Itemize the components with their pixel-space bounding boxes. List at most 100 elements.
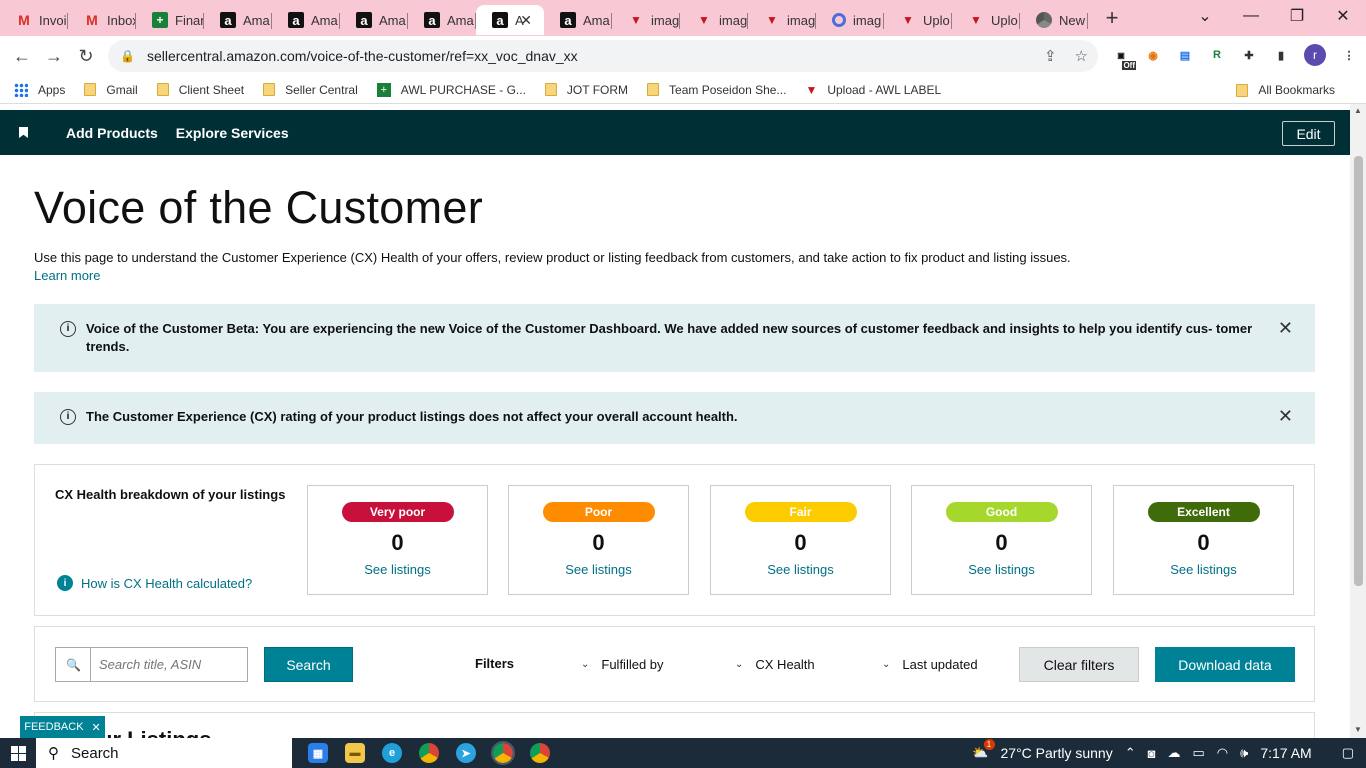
learn-more-link[interactable]: Learn more <box>34 267 1114 285</box>
browser-tab[interactable]: ▼ imag <box>612 5 680 35</box>
see-listings-link[interactable]: See listings <box>509 562 688 577</box>
minimize-icon[interactable]: — <box>1228 0 1274 32</box>
see-listings-link[interactable]: See listings <box>912 562 1091 577</box>
see-listings-link[interactable]: See listings <box>711 562 890 577</box>
close-icon[interactable]: ✕ <box>520 12 532 29</box>
cx-health-how-link[interactable]: i How is CX Health calculated? <box>57 575 252 591</box>
menu-dots-icon[interactable]: ⋮ <box>1340 46 1358 64</box>
page-scrollbar[interactable]: ▲ ▼ <box>1350 104 1366 738</box>
gmail-icon: M <box>86 12 98 28</box>
beta-alert: i Voice of the Customer Beta: You are ex… <box>34 304 1315 372</box>
scrollbar-thumb[interactable] <box>1354 156 1363 586</box>
address-bar[interactable]: 🔒 sellercentral.amazon.com/voice-of-the-… <box>108 40 1098 72</box>
browser-tab[interactable]: ▼ Uplo <box>884 5 952 35</box>
chrome-icon[interactable] <box>530 743 550 763</box>
cx-health-dropdown[interactable]: ⌄ CX Health <box>735 657 815 672</box>
clock[interactable]: 7:17 AM <box>1260 745 1311 761</box>
taskbar-search[interactable]: ⚲ Search <box>36 738 292 768</box>
reload-icon[interactable]: ↻ <box>70 40 102 72</box>
bookmark-client-sheet[interactable]: Client Sheet <box>156 83 244 97</box>
circle-extension-icon[interactable]: ◉ <box>1144 46 1162 64</box>
folder-icon <box>84 83 97 96</box>
browser-tab[interactable]: + Finan <box>136 5 204 35</box>
notification-icon[interactable]: ▢ <box>1342 745 1354 761</box>
search-button[interactable]: Search <box>264 647 353 682</box>
new-tab-button[interactable]: + <box>1094 5 1130 31</box>
edge-icon[interactable]: e <box>382 743 402 763</box>
status-badge: Very poor <box>341 502 454 522</box>
bookmark-jot-form[interactable]: JOT FORM <box>544 83 628 97</box>
see-listings-link[interactable]: See listings <box>308 562 487 577</box>
bookmarks-bar: Apps Gmail Client Sheet Seller Central +… <box>0 76 1366 104</box>
bookmark-seller-central[interactable]: Seller Central <box>263 83 358 97</box>
star-icon[interactable]: ☆ <box>1075 47 1088 65</box>
browser-tab[interactable]: imag <box>816 5 884 35</box>
cx-count: 0 <box>391 530 404 555</box>
search-input[interactable] <box>90 647 248 682</box>
restore-icon[interactable]: ❐ <box>1274 0 1320 32</box>
close-icon[interactable]: ✕ <box>92 721 101 734</box>
browser-tab-active[interactable]: a A ✕ <box>476 5 544 35</box>
scroll-down-icon[interactable]: ▼ <box>1354 725 1362 734</box>
weather-icon[interactable]: ⛅ 1 <box>972 739 995 761</box>
rs-extension-icon[interactable]: R <box>1208 46 1226 64</box>
search-icon: 🔍 <box>55 647 91 682</box>
edit-button[interactable]: Edit <box>1282 121 1335 146</box>
sidepanel-icon[interactable]: ▮ <box>1272 46 1290 64</box>
chrome-icon[interactable] <box>491 741 515 765</box>
see-listings-link[interactable]: See listings <box>1114 562 1293 577</box>
close-window-icon[interactable]: ✕ <box>1320 0 1366 32</box>
telegram-icon[interactable]: ➤ <box>456 743 476 763</box>
download-data-button[interactable]: Download data <box>1155 647 1295 682</box>
avatar[interactable]: r <box>1304 44 1326 66</box>
browser-tab[interactable]: a Ama <box>340 5 408 35</box>
feedback-button[interactable]: FEEDBACK ✕ <box>20 716 105 738</box>
browser-tab[interactable]: ▼ imag <box>748 5 816 35</box>
share-icon[interactable]: ⇪ <box>1044 47 1057 65</box>
back-icon[interactable]: ← <box>6 40 38 72</box>
chrome-icon[interactable] <box>419 743 439 763</box>
browser-tab[interactable]: a Ama <box>272 5 340 35</box>
bookmark-awl-purchase[interactable]: + AWL PURCHASE - G... <box>376 82 526 97</box>
filters-label: Filters <box>475 656 515 671</box>
weather-text[interactable]: 27°C Partly sunny <box>1001 745 1113 761</box>
puzzle-icon[interactable]: ✚ <box>1240 46 1258 64</box>
browser-tab[interactable]: a Ama <box>204 5 272 35</box>
battery-icon[interactable]: ▭ <box>1192 745 1204 761</box>
browser-tab[interactable]: a Ama <box>544 5 612 35</box>
close-icon[interactable]: ✕ <box>1278 319 1293 337</box>
store-icon[interactable]: ▦ <box>308 743 328 763</box>
scroll-up-icon[interactable]: ▲ <box>1354 106 1362 115</box>
file-explorer-icon[interactable]: ▬ <box>345 743 365 763</box>
extension-off-icon[interactable]: ▣ Off <box>1112 46 1136 70</box>
bookmark-apps[interactable]: Apps <box>14 82 65 97</box>
bookmark-team-poseidon[interactable]: Team Poseidon She... <box>647 83 786 97</box>
tab-search-icon[interactable]: ⌄ <box>1182 0 1228 32</box>
browser-tab[interactable]: ▼ imag <box>680 5 748 35</box>
wifi-icon[interactable]: ◠ <box>1217 745 1228 761</box>
browser-tab[interactable]: New <box>1020 5 1088 35</box>
browser-tab[interactable]: ▼ Uplo <box>952 5 1020 35</box>
browser-tab[interactable]: M Invoi <box>0 5 68 35</box>
bookmark-gmail[interactable]: Gmail <box>84 83 138 97</box>
cloud-icon[interactable]: ☁ <box>1167 745 1180 761</box>
nav-explore-services[interactable]: Explore Services <box>176 125 289 141</box>
close-icon[interactable]: ✕ <box>1278 407 1293 425</box>
meet-icon[interactable]: ◙ <box>1148 746 1156 761</box>
listings-panel: ur Listings <box>34 712 1315 738</box>
last-updated-dropdown[interactable]: ⌄ Last updated <box>882 657 978 672</box>
bookmark-upload-awl[interactable]: ▼ Upload - AWL LABEL <box>805 83 941 97</box>
chevron-up-icon[interactable]: ⌃ <box>1125 745 1136 761</box>
browser-tab[interactable]: a Ama <box>408 5 476 35</box>
clear-filters-button[interactable]: Clear filters <box>1019 647 1139 682</box>
windows-icon <box>10 745 26 761</box>
all-bookmarks[interactable]: All Bookmarks <box>1236 83 1335 97</box>
fulfilled-by-dropdown[interactable]: ⌄ Fulfilled by <box>581 657 664 672</box>
browser-tab[interactable]: M Inbox <box>68 5 136 35</box>
start-button[interactable] <box>0 745 36 761</box>
nav-add-products[interactable]: Add Products <box>66 125 158 141</box>
fba-extension-icon[interactable]: ▤ <box>1176 46 1194 64</box>
forward-icon[interactable]: → <box>38 40 70 72</box>
volume-icon[interactable]: 🕪 <box>1240 745 1248 761</box>
bookmark-icon[interactable] <box>19 127 28 138</box>
